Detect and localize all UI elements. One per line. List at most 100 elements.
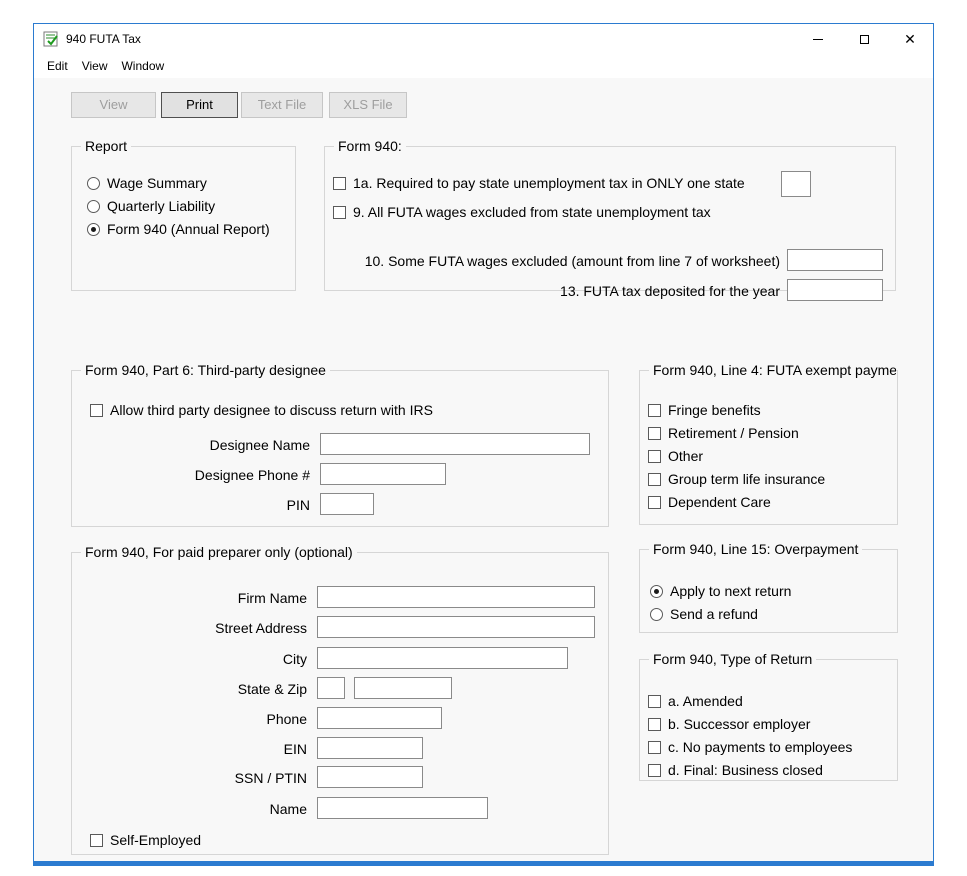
checkbox-label: a. Amended <box>668 693 743 709</box>
ein-input[interactable] <box>317 737 423 759</box>
checkbox-icon <box>648 695 661 708</box>
street-address-input[interactable] <box>317 616 595 638</box>
checkbox-retirement-pension[interactable]: Retirement / Pension <box>648 425 799 441</box>
checkbox-label: Group term life insurance <box>668 471 825 487</box>
radio-label: Form 940 (Annual Report) <box>107 221 270 237</box>
radio-send-refund[interactable]: Send a refund <box>650 606 758 622</box>
checkbox-no-payments[interactable]: c. No payments to employees <box>648 739 852 755</box>
form940-group: Form 940: 1a. Required to pay state unem… <box>324 146 896 291</box>
overpayment-group: Form 940, Line 15: Overpayment Apply to … <box>639 549 898 633</box>
menu-edit[interactable]: Edit <box>40 55 75 77</box>
radio-icon <box>87 177 100 190</box>
part6-group-legend: Form 940, Part 6: Third-party designee <box>81 362 330 378</box>
radio-icon <box>650 585 663 598</box>
menu-bar: Edit View Window <box>34 54 933 78</box>
line10-label: 10. Some FUTA wages excluded (amount fro… <box>325 253 780 269</box>
line10-amount-input[interactable] <box>787 249 883 271</box>
firm-name-label: Firm Name <box>72 590 307 606</box>
city-input[interactable] <box>317 647 568 669</box>
checkbox-self-employed[interactable]: Self-Employed <box>90 832 201 848</box>
radio-icon <box>87 223 100 236</box>
checkbox-dependent-care[interactable]: Dependent Care <box>648 494 771 510</box>
checkbox-icon <box>648 718 661 731</box>
phone-input[interactable] <box>317 707 442 729</box>
form940-group-legend: Form 940: <box>334 138 406 154</box>
checkbox-label: 1a. Required to pay state unemployment t… <box>353 175 745 191</box>
report-group-legend: Report <box>81 138 131 154</box>
state-input[interactable] <box>317 677 345 699</box>
ssn-ptin-input[interactable] <box>317 766 423 788</box>
designee-phone-input[interactable] <box>320 463 446 485</box>
checkbox-line9[interactable]: 9. All FUTA wages excluded from state un… <box>333 204 711 220</box>
close-button[interactable]: ✕ <box>887 24 933 54</box>
view-button[interactable]: View <box>71 92 156 118</box>
checkbox-icon <box>648 496 661 509</box>
checkbox-group-term-life[interactable]: Group term life insurance <box>648 471 825 487</box>
line4-group: Form 940, Line 4: FUTA exempt payme Frin… <box>639 370 898 525</box>
checkbox-other[interactable]: Other <box>648 448 703 464</box>
radio-icon <box>650 608 663 621</box>
checkbox-icon <box>333 206 346 219</box>
radio-label: Quarterly Liability <box>107 198 215 214</box>
checkbox-successor-employer[interactable]: b. Successor employer <box>648 716 810 732</box>
checkbox-line1a[interactable]: 1a. Required to pay state unemployment t… <box>333 175 745 191</box>
overpayment-group-legend: Form 940, Line 15: Overpayment <box>649 541 862 557</box>
checkbox-icon <box>90 404 103 417</box>
checkbox-icon <box>648 450 661 463</box>
close-icon: ✕ <box>904 32 916 46</box>
xls-file-button[interactable]: XLS File <box>329 92 407 118</box>
radio-quarterly-liability[interactable]: Quarterly Liability <box>87 198 215 214</box>
radio-apply-next-return[interactable]: Apply to next return <box>650 583 791 599</box>
maximize-button[interactable] <box>841 24 887 54</box>
radio-wage-summary[interactable]: Wage Summary <box>87 175 207 191</box>
checkbox-label: Allow third party designee to discuss re… <box>110 402 433 418</box>
street-address-label: Street Address <box>72 620 307 636</box>
designee-name-label: Designee Name <box>72 437 310 453</box>
checkbox-icon <box>648 427 661 440</box>
zip-input[interactable] <box>354 677 452 699</box>
window-controls: ✕ <box>795 24 933 54</box>
checkbox-label: Dependent Care <box>668 494 771 510</box>
radio-form-940-annual[interactable]: Form 940 (Annual Report) <box>87 221 270 237</box>
preparer-group: Form 940, For paid preparer only (option… <box>71 552 609 855</box>
line13-deposit-input[interactable] <box>787 279 883 301</box>
checkbox-label: d. Final: Business closed <box>668 762 823 778</box>
minimize-icon <box>813 39 823 40</box>
radio-icon <box>87 200 100 213</box>
preparer-name-input[interactable] <box>317 797 488 819</box>
ssn-ptin-label: SSN / PTIN <box>72 770 307 786</box>
type-of-return-group-legend: Form 940, Type of Return <box>649 651 816 667</box>
radio-label: Apply to next return <box>670 583 791 599</box>
checkbox-amended[interactable]: a. Amended <box>648 693 743 709</box>
print-button[interactable]: Print <box>161 92 238 118</box>
firm-name-input[interactable] <box>317 586 595 608</box>
checkbox-icon <box>90 834 103 847</box>
client-area: View Print Text File XLS File Report Wag… <box>34 78 933 861</box>
checkbox-final-business-closed[interactable]: d. Final: Business closed <box>648 762 823 778</box>
text-file-button[interactable]: Text File <box>241 92 323 118</box>
type-of-return-group: Form 940, Type of Return a. Amended b. S… <box>639 659 898 781</box>
designee-phone-label: Designee Phone # <box>72 467 310 483</box>
phone-label: Phone <box>72 711 307 727</box>
app-icon <box>43 31 59 47</box>
designee-name-input[interactable] <box>320 433 590 455</box>
preparer-group-legend: Form 940, For paid preparer only (option… <box>81 544 357 560</box>
radio-label: Send a refund <box>670 606 758 622</box>
line1a-state-input[interactable] <box>781 171 811 197</box>
menu-window[interactable]: Window <box>114 55 171 77</box>
line4-group-legend: Form 940, Line 4: FUTA exempt payme <box>649 362 896 378</box>
line13-label: 13. FUTA tax deposited for the year <box>325 283 780 299</box>
pin-label: PIN <box>72 497 310 513</box>
checkbox-label: c. No payments to employees <box>668 739 852 755</box>
minimize-button[interactable] <box>795 24 841 54</box>
checkbox-label: Self-Employed <box>110 832 201 848</box>
menu-view[interactable]: View <box>75 55 115 77</box>
pin-input[interactable] <box>320 493 374 515</box>
checkbox-icon <box>648 741 661 754</box>
radio-label: Wage Summary <box>107 175 207 191</box>
checkbox-icon <box>333 177 346 190</box>
window-title: 940 FUTA Tax <box>66 32 141 46</box>
checkbox-fringe-benefits[interactable]: Fringe benefits <box>648 402 761 418</box>
checkbox-allow-designee[interactable]: Allow third party designee to discuss re… <box>90 402 433 418</box>
maximize-icon <box>860 35 869 44</box>
